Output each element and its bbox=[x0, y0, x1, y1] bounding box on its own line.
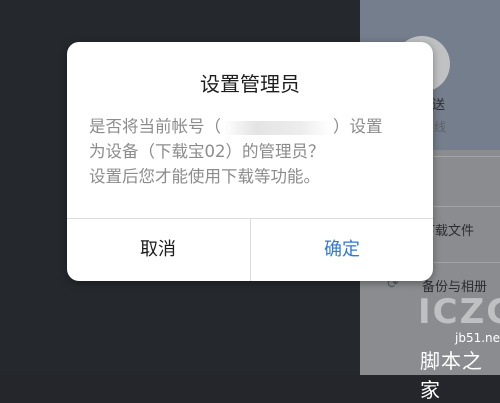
confirm-button[interactable]: 确定 bbox=[251, 219, 433, 281]
set-admin-dialog: 设置管理员 是否将当前帐号（ ）设置 为设备（下载宝02）的管理员？ 设置后您才能… bbox=[67, 42, 433, 281]
cancel-button[interactable]: 取消 bbox=[67, 219, 249, 281]
account-status: 线 bbox=[434, 120, 447, 134]
watermark-site-name: 脚本之家 bbox=[420, 349, 483, 402]
message-line-1-start: 是否将当前帐号（ bbox=[89, 117, 221, 136]
watermark-url: jb51.net bbox=[455, 331, 500, 345]
account-name: 送 bbox=[432, 98, 446, 113]
message-line-2: 为设备（下载宝02）的管理员？ bbox=[89, 142, 325, 161]
dialog-message: 是否将当前帐号（ ）设置 为设备（下载宝02）的管理员？ 设置后您才能使用下载等功… bbox=[89, 114, 419, 189]
watermark-logo: ICZG bbox=[418, 292, 500, 332]
message-line-1-end: ）设置 bbox=[333, 117, 383, 136]
message-line-1: 是否将当前帐号（ ）设置 bbox=[89, 114, 419, 139]
redacted-account bbox=[223, 120, 331, 135]
message-line-3: 设置后您才能使用下载等功能。 bbox=[89, 167, 320, 186]
dialog-title: 设置管理员 bbox=[200, 72, 300, 96]
